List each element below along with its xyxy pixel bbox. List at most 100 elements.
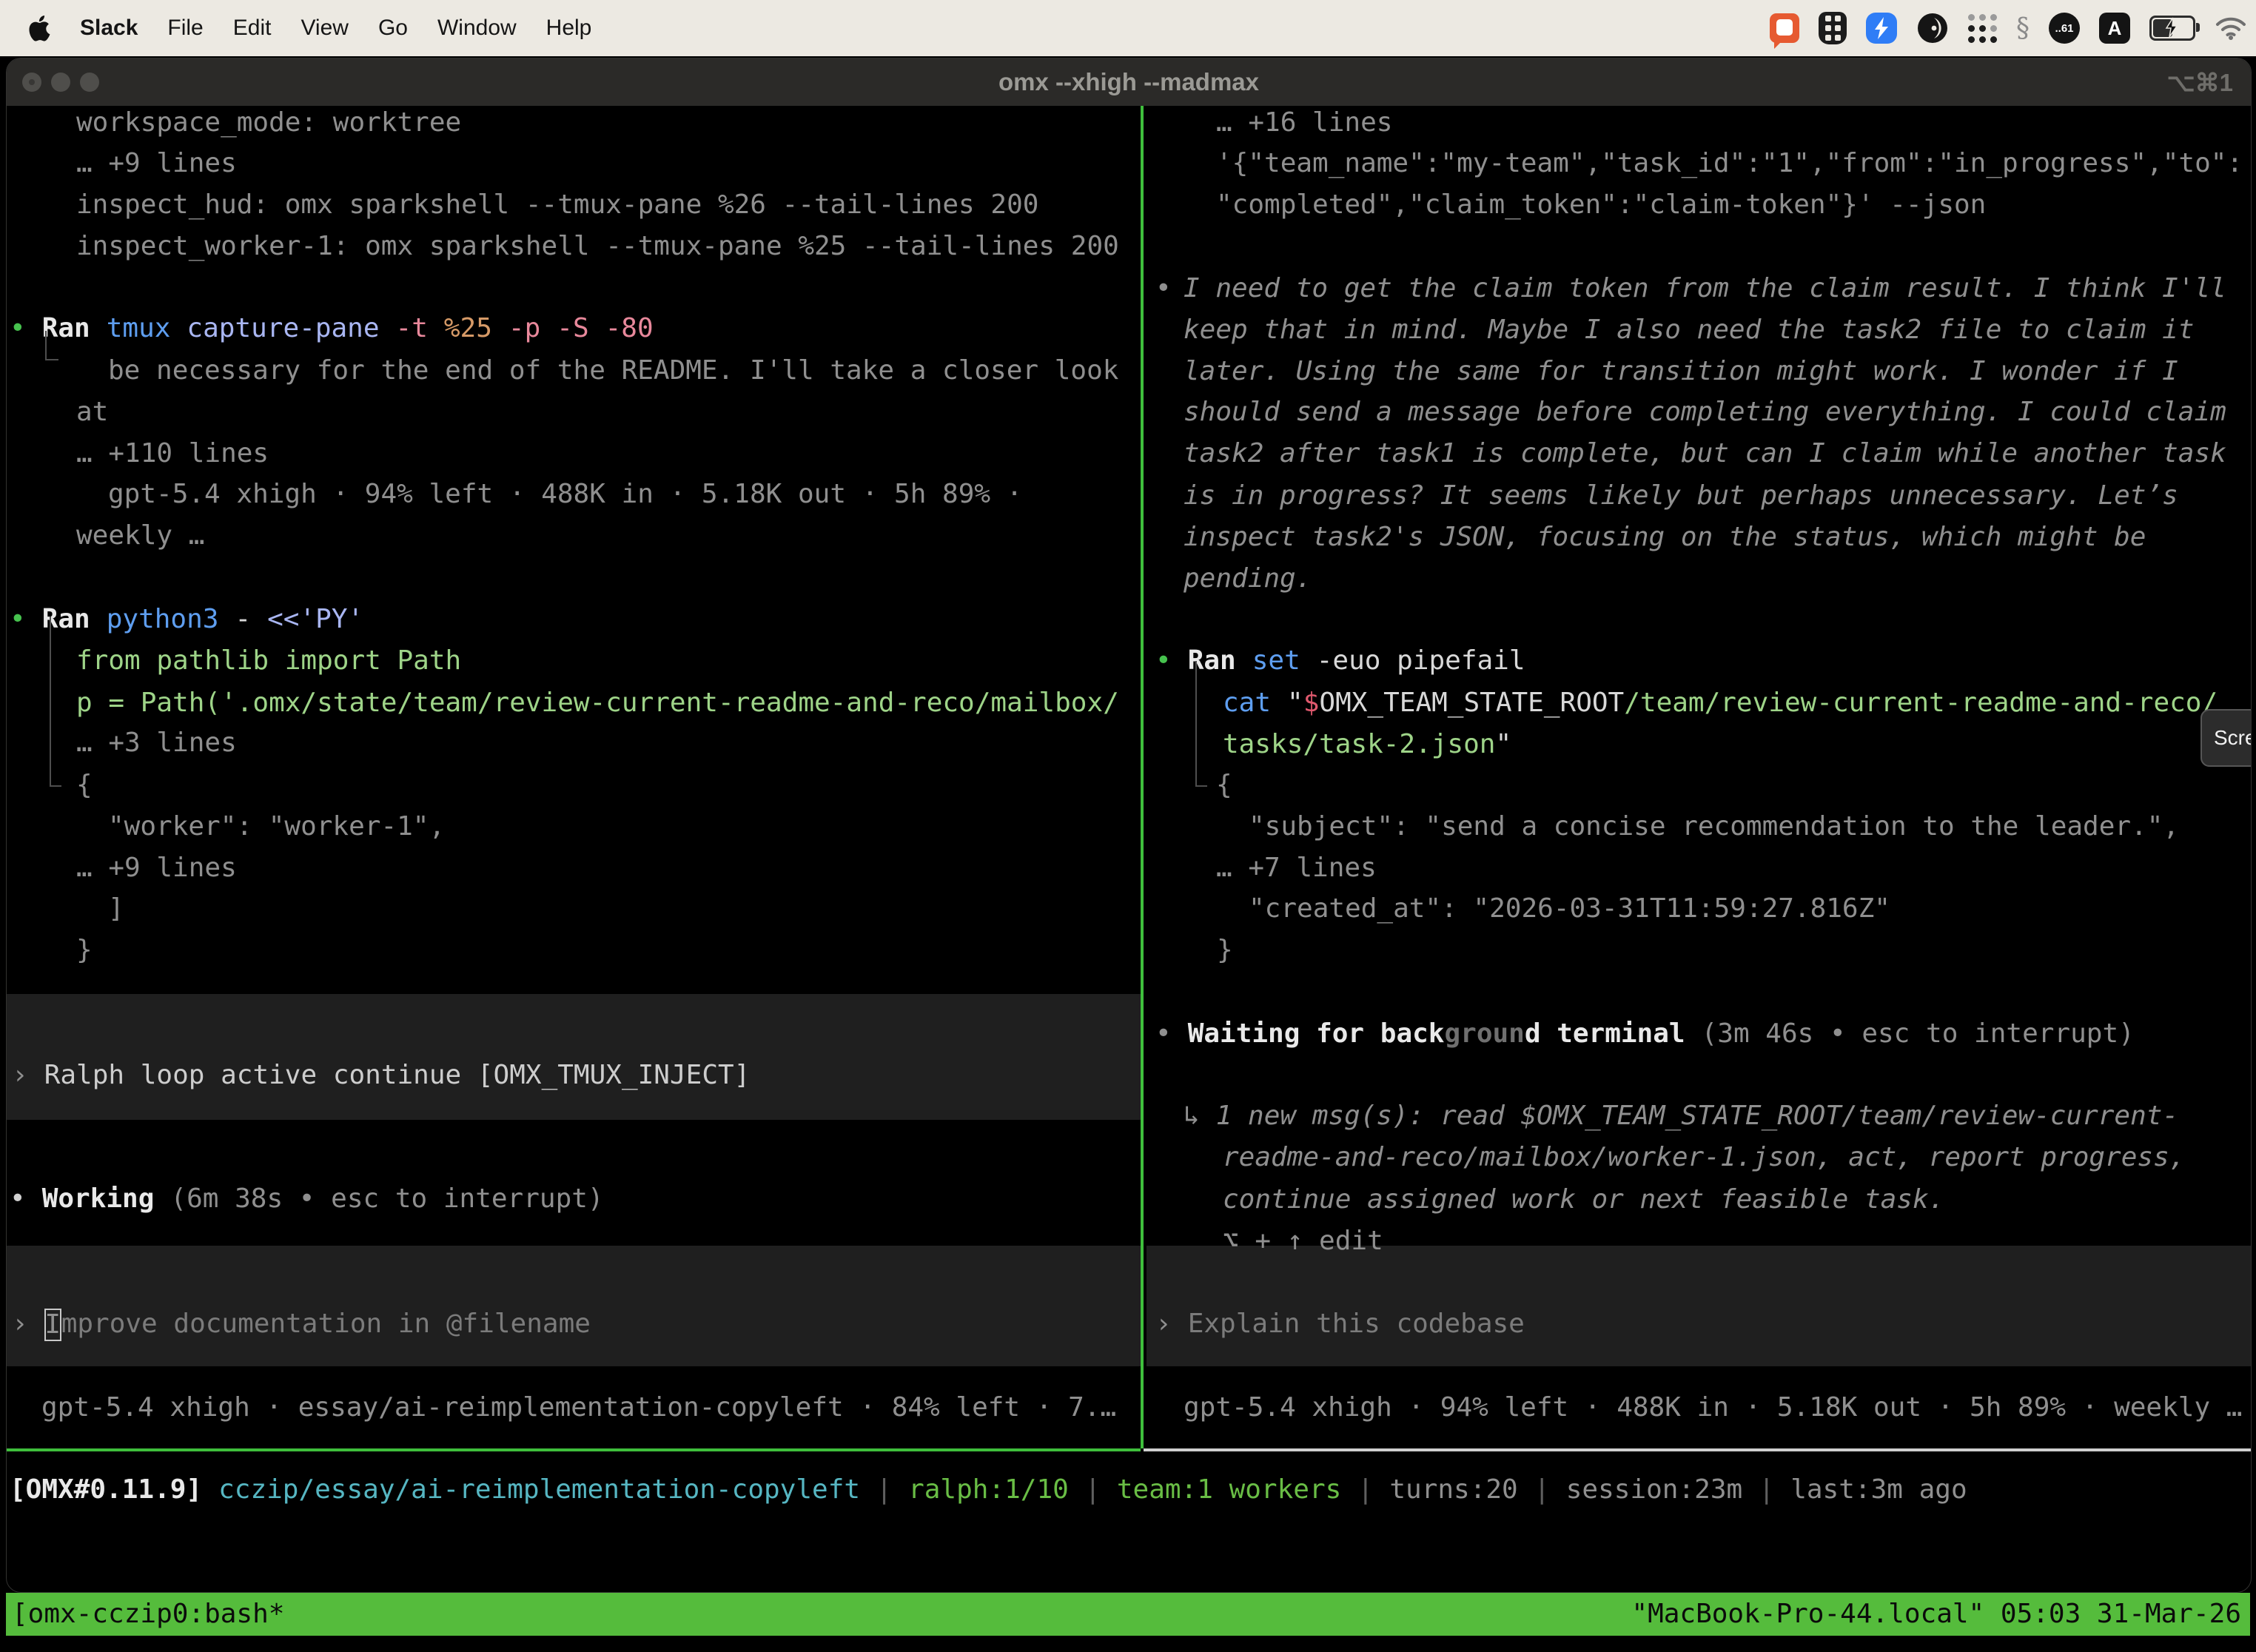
pane-id: %25 <box>444 313 492 343</box>
terminal-line: … +110 lines <box>76 433 269 474</box>
menu-item-go[interactable]: Go <box>378 16 408 41</box>
menu-bar: Slack File Edit View Go Window Help § ..… <box>0 0 2256 56</box>
terminal-line: … +9 lines <box>76 143 237 184</box>
battery-icon[interactable] <box>2149 16 2195 41</box>
ralph-banner-line: ›Ralph loop active continue [OMX_TMUX_IN… <box>12 1055 750 1096</box>
cmd-tmux: tmux <box>107 313 171 343</box>
window-title: omx --xhigh --madmax <box>7 58 2251 106</box>
terminal-line: … +16 lines <box>1216 102 1392 144</box>
output-corner-guide <box>45 331 58 360</box>
chat-icon[interactable] <box>1770 13 1799 43</box>
menu-item-file[interactable]: File <box>167 16 203 41</box>
thinking-line: keep that in mind. Maybe I also need the… <box>1184 309 2194 351</box>
set-args: -euo pipefail <box>1317 645 1525 676</box>
mailbox-msg-line: ↳ 1 new msg(s): read $OMX_TEAM_STATE_ROOT… <box>1184 1095 2178 1137</box>
separator: | <box>860 1474 908 1505</box>
menu-app-name[interactable]: Slack <box>80 16 138 41</box>
env-var: OMX_TEAM_STATE_ROOT <box>1319 688 1624 718</box>
terminal-line: } <box>76 930 93 971</box>
terminal-line: p = Path('.omx/state/team/review-current… <box>76 682 1119 724</box>
bolt-icon[interactable] <box>1866 13 1897 44</box>
footer-session: session:23m <box>1566 1474 1742 1505</box>
waiting-label-shimmer: groun <box>1444 1018 1524 1049</box>
grid-icon[interactable] <box>1968 14 1997 43</box>
apple-icon[interactable] <box>28 15 50 41</box>
terminal-line: inspect_hud: omx sparkshell --tmux-pane … <box>76 184 1038 226</box>
path-segment: /team/review-current-readme-and-reco/ <box>1624 688 2218 718</box>
terminal-line: } <box>1217 930 1233 971</box>
moon-icon[interactable] <box>1916 12 1949 44</box>
msg-text: 1 new msg(s): read $OMX_TEAM_STATE_ROOT/… <box>1216 1101 2178 1131</box>
footer-turns: turns:20 <box>1389 1474 1517 1505</box>
menu-item-help[interactable]: Help <box>546 16 592 41</box>
right-input-line[interactable]: › Explain this codebase <box>1155 1303 1525 1345</box>
terminal-line: weekly … <box>76 515 204 557</box>
ran-set-command-line: •Ranset-euo pipefail <box>1155 640 1525 682</box>
menu-item-edit[interactable]: Edit <box>233 16 272 41</box>
badge-61-icon[interactable]: ..61 <box>2049 13 2080 44</box>
menu-item-window[interactable]: Window <box>437 16 517 41</box>
left-pane-bottom-border <box>7 1448 1141 1451</box>
thinking-line: task2 after task1 is complete, but can I… <box>1184 433 2226 474</box>
flag-t: -t <box>396 313 428 343</box>
edit-hint-line: ⌥ + ↑ edit <box>1223 1220 1383 1262</box>
working-status-line: •Working(6m 38s • esc to interrupt) <box>10 1178 604 1220</box>
terminal-line: … +9 lines <box>76 847 237 889</box>
bullet-icon: • <box>1155 645 1172 676</box>
keyboard-a-icon[interactable]: A <box>2099 13 2130 44</box>
output-tree-guide <box>50 617 61 787</box>
waiting-detail: (3m 46s • esc to interrupt) <box>1702 1018 2135 1049</box>
dollar-sign: $ <box>1303 688 1320 718</box>
terminal-line: "created_at": "2026-03-31T11:59:27.816Z" <box>1249 888 1890 930</box>
right-input-placeholder[interactable]: Explain this codebase <box>1188 1309 1525 1339</box>
terminal-line: be necessary for the end of the README. … <box>108 350 1118 392</box>
left-input-line[interactable]: › Improve documentation in @filename <box>12 1303 591 1345</box>
flag-s: -S <box>557 313 588 343</box>
output-tree-guide <box>1195 661 1207 787</box>
text-cursor[interactable]: I <box>44 1309 61 1341</box>
footer-project: cczip/essay/ai-reimplementation-copyleft <box>218 1474 860 1505</box>
tmux-host-clock: "MacBook-Pro-44.local" 05:03 31-Mar-26 <box>1631 1593 2241 1636</box>
terminal-line: from pathlib import Path <box>76 640 461 682</box>
pane-divider[interactable] <box>1141 106 1144 1448</box>
dash-arg: - <box>235 604 251 634</box>
terminal-line: … +7 lines <box>1216 847 1377 889</box>
separator: | <box>1518 1474 1566 1505</box>
menu-item-view[interactable]: View <box>301 16 348 41</box>
squiggle-icon[interactable]: § <box>2016 13 2030 44</box>
omx-footer-status-line: [OMX#0.11.9] cczip/essay/ai-reimplementat… <box>10 1469 1967 1511</box>
footer-last-activity: last:3m ago <box>1790 1474 1967 1505</box>
shield-icon[interactable] <box>1819 12 1847 44</box>
menu-left: Slack File Edit View Go Window Help <box>0 15 591 41</box>
terminal-line: workspace_mode: worktree <box>76 102 461 144</box>
terminal-window: omx --xhigh --madmax ⌥⌘1 workspace_mode:… <box>6 58 2252 1593</box>
waiting-status-line: •Waiting for background terminal(3m 46s … <box>1155 1013 2135 1055</box>
omx-version: [OMX#0.11.9] <box>10 1474 202 1505</box>
tmux-session-label[interactable]: [omx-cczip0:bash* <box>12 1593 284 1636</box>
left-pane-status-line: gpt-5.4 xhigh · essay/ai-reimplementatio… <box>41 1387 1116 1428</box>
window-titlebar[interactable]: omx --xhigh --madmax ⌥⌘1 <box>7 58 2251 106</box>
cmd-python3: python3 <box>107 604 219 634</box>
terminal-line: inspect_worker-1: omx sparkshell --tmux-… <box>76 226 1119 267</box>
terminal-line: gpt-5.4 xhigh · 94% left · 488K in · 5.1… <box>108 474 1022 515</box>
terminal-line: "subject": "send a concise recommendatio… <box>1249 806 2179 847</box>
bullet-icon: • <box>10 604 26 634</box>
thinking-line: later. Using the same for transition mig… <box>1184 351 2178 392</box>
terminal-line: '{"team_name":"my-team","task_id":"1","f… <box>1216 143 2243 184</box>
return-arrow-icon: ↳ <box>1184 1101 1200 1131</box>
separator: | <box>1742 1474 1790 1505</box>
prompt-chevron-icon: › <box>1155 1309 1172 1339</box>
thinking-bullet: • <box>1155 268 1172 309</box>
left-input-placeholder[interactable]: mprove documentation in @filename <box>61 1309 591 1339</box>
ralph-banner-text: Ralph loop active continue [OMX_TMUX_INJ… <box>44 1060 751 1090</box>
wifi-icon[interactable] <box>2215 16 2247 41</box>
path-segment: tasks/task-2.json <box>1223 729 1495 759</box>
bullet-icon: • <box>10 313 26 343</box>
quote-char: " <box>1495 729 1511 759</box>
prompt-chevron-icon: › <box>12 1309 28 1339</box>
window-shortcut-hint: ⌥⌘1 <box>2167 58 2233 106</box>
arg-capture-pane: capture-pane <box>187 313 379 343</box>
footer-team-workers: team:1 workers <box>1117 1474 1341 1505</box>
heredoc-arg: <<'PY' <box>267 604 363 634</box>
terminal-line: … +3 lines <box>76 722 237 764</box>
